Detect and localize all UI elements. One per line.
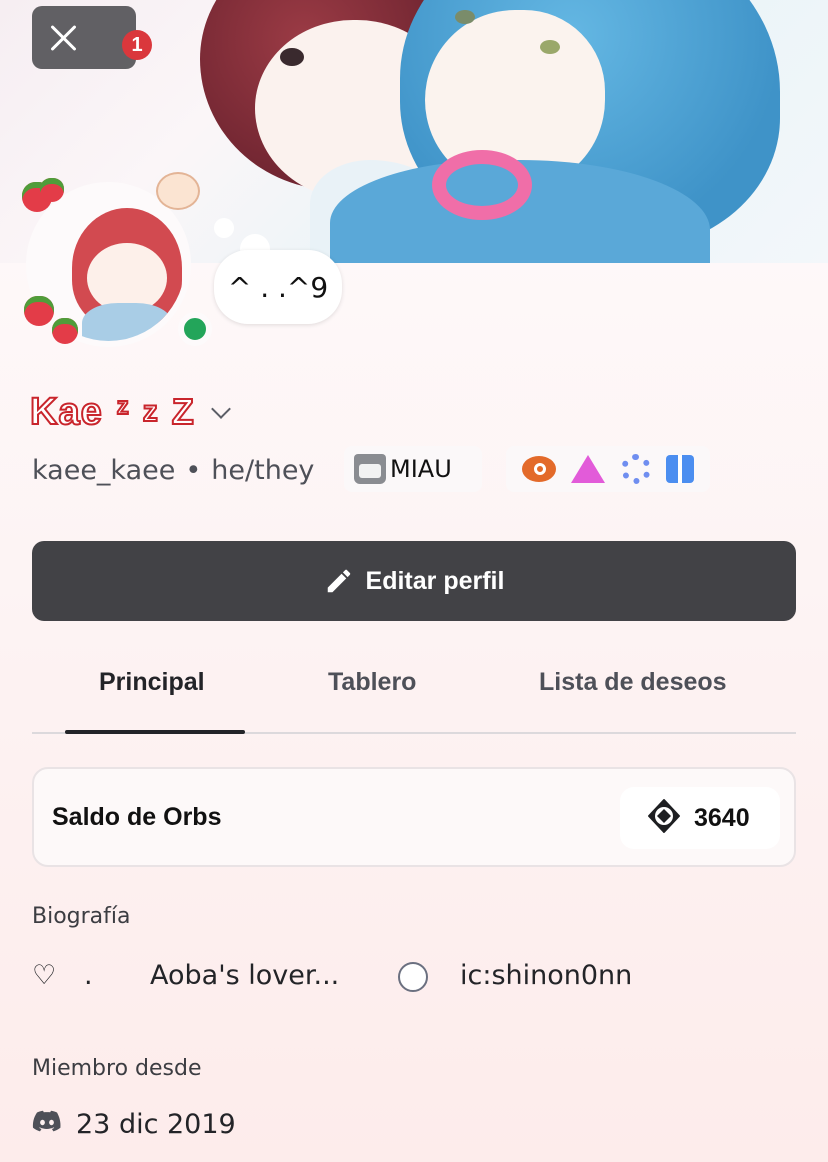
member-since-title: Miembro desde xyxy=(32,1056,202,1081)
orbs-balance-card[interactable]: Saldo de Orbs 3640 xyxy=(32,767,796,867)
tab-lista-de-deseos[interactable]: Lista de deseos xyxy=(539,668,727,697)
bio-title: Biografía xyxy=(32,904,131,929)
server-tag-label: MIAU xyxy=(390,455,452,483)
tab-principal[interactable]: Principal xyxy=(99,668,205,697)
member-since-row: 23 dic 2019 xyxy=(32,1104,236,1144)
banner-art-eye xyxy=(455,10,475,24)
notification-badge: 1 xyxy=(122,30,152,60)
username: kaee_kaee xyxy=(32,454,176,486)
display-name: Kae xyxy=(29,390,103,434)
custom-status-bubble[interactable]: ^ . .^9 xyxy=(214,250,342,324)
discord-icon xyxy=(32,1109,62,1140)
laurel-badge-icon[interactable] xyxy=(620,454,651,484)
bio-text-part2: ic:shinon0nn xyxy=(460,960,633,991)
edit-profile-label: Editar perfil xyxy=(365,566,505,595)
display-name-deco: z xyxy=(142,394,159,429)
strawberry-decoration-icon xyxy=(40,178,64,202)
orbs-balance-value: 3640 xyxy=(694,803,750,832)
online-status-icon xyxy=(178,312,212,346)
strawberry-decoration-icon xyxy=(52,318,78,344)
orbs-balance-label: Saldo de Orbs xyxy=(52,803,222,831)
banner-art-eye xyxy=(540,40,560,54)
custom-status-text: ^ . .^9 xyxy=(227,270,329,304)
badges-list xyxy=(506,446,710,492)
username-row: kaee_kaee • he/they xyxy=(32,448,314,492)
server-tag[interactable]: MIAU xyxy=(344,446,482,492)
nitro-triangle-icon[interactable] xyxy=(571,455,606,483)
hamster-emoji-icon xyxy=(398,962,428,992)
strawberry-decoration-icon xyxy=(24,296,54,326)
display-name-deco: Z xyxy=(171,390,195,433)
banner-art-headphone xyxy=(432,150,532,220)
display-name-row[interactable]: Kae z z Z xyxy=(29,388,231,436)
bio-text-part1: Aoba's lover... xyxy=(150,960,340,991)
active-tab-indicator xyxy=(65,730,245,734)
profile-tabs: Principal Tablero Lista de deseos xyxy=(32,648,796,734)
chevron-down-icon[interactable] xyxy=(210,399,231,419)
pencil-icon xyxy=(324,566,354,596)
avatar-art-body xyxy=(82,303,172,341)
bio-text: ♡ . Aoba's lover... ic:shinon0nn xyxy=(32,960,792,1004)
status-bubble-dot xyxy=(214,218,234,238)
close-button[interactable]: 1 xyxy=(32,6,152,69)
avatar-wrapper[interactable] xyxy=(22,172,212,352)
boost-badge-icon[interactable] xyxy=(521,456,556,482)
orb-icon xyxy=(646,798,682,838)
member-since-date: 23 dic 2019 xyxy=(76,1108,236,1140)
pixel-cat-icon xyxy=(354,454,386,484)
separator-dot: • xyxy=(185,454,202,486)
banner-art-eye xyxy=(280,48,304,66)
close-icon xyxy=(48,23,78,53)
bio-dot: . xyxy=(84,960,93,991)
edit-profile-button[interactable]: Editar perfil xyxy=(32,541,796,621)
tab-tablero[interactable]: Tablero xyxy=(328,668,416,697)
display-name-deco: z xyxy=(116,392,130,421)
gift-badge-icon[interactable] xyxy=(666,455,695,483)
orbs-balance-pill[interactable]: 3640 xyxy=(620,787,780,849)
heart-icon: ♡ xyxy=(32,960,57,991)
pronouns: he/they xyxy=(211,454,315,486)
cat-decoration-icon xyxy=(156,172,200,210)
